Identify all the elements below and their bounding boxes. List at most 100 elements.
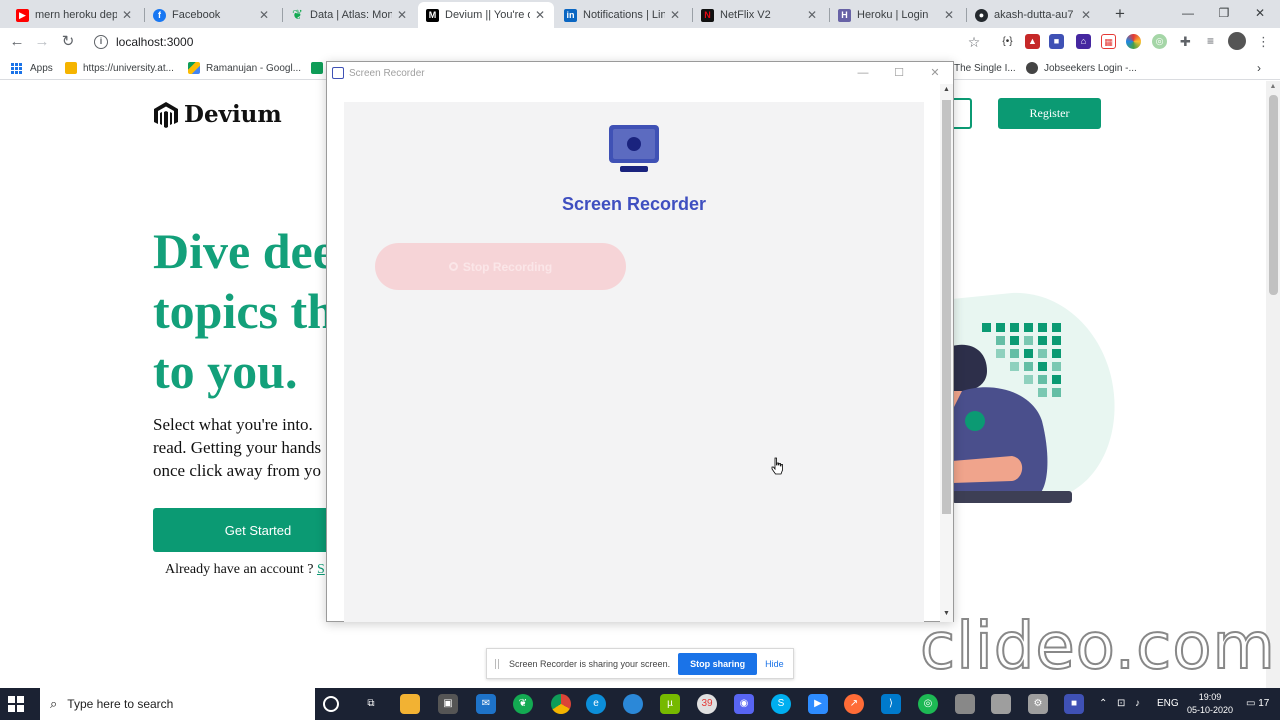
whatsapp-icon[interactable]: ◎	[918, 694, 938, 714]
settings-gear-icon[interactable]: ⚙	[1028, 694, 1048, 714]
star-bookmark-icon[interactable]: ☆	[964, 32, 984, 52]
bookmark-label: Jobseekers Login -...	[1044, 62, 1137, 74]
windows-taskbar: ⌕ Type here to search ⧉ ▣ ✉ ❦ e µ 39 ◉ S…	[0, 688, 1280, 720]
popup-scroll-up-icon[interactable]: ▲	[940, 86, 953, 93]
postman-icon[interactable]: ↗	[844, 694, 864, 714]
bookmark-apps[interactable]: Apps	[11, 60, 53, 76]
network-icon[interactable]: ⊡	[1117, 698, 1125, 709]
avatar[interactable]	[1228, 32, 1246, 50]
file-explorer-icon[interactable]	[400, 694, 420, 714]
close-icon[interactable]: ✕	[121, 8, 133, 22]
utorrent-icon[interactable]: µ	[660, 694, 680, 714]
hero-heading: Dive dee topics th to you.	[153, 221, 335, 401]
address-bar[interactable]: i localhost:3000	[88, 30, 998, 54]
close-icon[interactable]: ✕	[258, 8, 270, 22]
app-badge-icon[interactable]: 39	[697, 694, 717, 714]
extension-icon[interactable]: ◎	[1152, 34, 1167, 49]
back-icon[interactable]: ←	[7, 32, 27, 52]
stop-recording-button[interactable]: Stop Recording	[375, 243, 626, 290]
close-icon[interactable]: ✕	[943, 8, 955, 22]
screen-recorder-taskbar-icon[interactable]: ■	[1064, 694, 1084, 714]
monitor-icon	[332, 67, 344, 79]
page-scrollbar-thumb[interactable]	[1269, 95, 1278, 295]
skype-icon[interactable]: S	[771, 694, 791, 714]
taskbar-clock[interactable]: 19:09 05-10-2020	[1185, 691, 1235, 717]
apps-grid-icon	[11, 62, 22, 74]
tab-github[interactable]: ● akash-dutta-au7 (A ✕	[967, 2, 1100, 28]
close-icon[interactable]: ✕	[396, 8, 408, 22]
vscode-icon[interactable]: ⟩	[881, 694, 901, 714]
devium-logo-icon: M	[426, 8, 439, 22]
watermark: clideo.com	[919, 609, 1276, 685]
edge-icon[interactable]: e	[586, 694, 606, 714]
bookmark-university[interactable]: https://university.at...	[65, 60, 174, 76]
popup-close-icon[interactable]: ✕	[917, 62, 953, 84]
store-icon[interactable]: ▣	[438, 694, 458, 714]
extension-icon[interactable]: ⌂	[1076, 34, 1091, 49]
app-icon[interactable]	[955, 694, 975, 714]
scroll-up-arrow-icon[interactable]: ▲	[1266, 83, 1280, 93]
zoom-icon[interactable]: ▶	[808, 694, 828, 714]
register-button[interactable]: Register	[998, 98, 1101, 129]
close-window-icon[interactable]: ✕	[1240, 0, 1280, 28]
tab-devium[interactable]: M Devium || You're on ✕	[418, 2, 554, 28]
sharing-message: Screen Recorder is sharing your screen.	[509, 658, 671, 669]
close-icon[interactable]: ✕	[806, 8, 818, 22]
app-icon[interactable]	[991, 694, 1011, 714]
new-tab-button[interactable]: +	[1110, 4, 1130, 24]
restore-icon[interactable]: ❐	[1204, 0, 1244, 28]
tab-linkedin[interactable]: in Notifications | Linke ✕	[556, 2, 689, 28]
tab-netflix[interactable]: N NetFlix V2 ✕	[693, 2, 826, 28]
drag-handle-icon[interactable]	[495, 658, 499, 669]
bookmarks-overflow-chevron-icon[interactable]: ›	[1257, 60, 1261, 76]
taskbar-search-input[interactable]: ⌕ Type here to search	[40, 688, 315, 720]
tab-mern-heroku[interactable]: ▶ mern heroku deploy ✕	[8, 2, 141, 28]
chrome-icon[interactable]	[551, 694, 571, 714]
language-indicator[interactable]: ENG	[1157, 698, 1179, 709]
notification-center-icon[interactable]: ▭ 17	[1246, 698, 1269, 709]
extension-icon[interactable]: {•}	[1000, 34, 1015, 49]
hand-cursor-icon	[771, 457, 783, 475]
discord-icon[interactable]: ◉	[734, 694, 754, 714]
stop-sharing-button[interactable]: Stop sharing	[678, 652, 758, 675]
tab-facebook[interactable]: f Facebook ✕	[145, 2, 278, 28]
reading-list-icon[interactable]: ≡	[1203, 34, 1218, 49]
bookmark-single[interactable]: The Single I...	[954, 60, 1016, 76]
task-view-icon[interactable]: ⧉	[361, 694, 381, 714]
extension-icon[interactable]: ▲	[1025, 34, 1040, 49]
bookmark-jobseekers[interactable]: Jobseekers Login -...	[1026, 60, 1137, 76]
tray-chevron-icon[interactable]: ⌃	[1099, 698, 1107, 709]
volume-icon[interactable]: ♪	[1135, 698, 1140, 709]
tab-heroku[interactable]: H Heroku | Login ✕	[830, 2, 963, 28]
popup-scrollbar-thumb[interactable]	[942, 100, 951, 514]
close-icon[interactable]: ✕	[1080, 8, 1092, 22]
reload-icon[interactable]: ↻	[58, 32, 78, 52]
signin-link[interactable]: S	[317, 562, 325, 577]
color-picker-extension-icon[interactable]	[1126, 34, 1141, 49]
tab-mongo-atlas[interactable]: ❦ Data | Atlas: Mongo ✕	[283, 2, 416, 28]
signin-prompt: Already have an account ? S	[165, 562, 325, 578]
hero-subtext: Select what you're into. read. Getting y…	[153, 413, 328, 482]
devium-logo[interactable]: Devium	[154, 101, 282, 128]
screen-recorder-window: Screen Recorder — ☐ ✕ Screen Recorder St…	[326, 61, 954, 622]
close-icon[interactable]: ✕	[669, 8, 681, 22]
screen-recorder-extension-icon[interactable]: ■	[1049, 34, 1064, 49]
popup-minimize-icon[interactable]: —	[845, 62, 881, 84]
calendar-extension-icon[interactable]: ▦	[1101, 34, 1116, 49]
popup-maximize-icon[interactable]: ☐	[881, 62, 917, 84]
tab-title: Facebook	[172, 9, 221, 21]
tab-title: Data | Atlas: Mongo	[310, 9, 392, 21]
info-icon[interactable]: i	[94, 35, 108, 49]
bookmark-ramanujan[interactable]: Ramanujan - Googl...	[188, 60, 301, 76]
forward-icon[interactable]: →	[32, 32, 52, 52]
puzzle-extensions-icon[interactable]: ✚	[1178, 34, 1193, 49]
mongodb-compass-icon[interactable]: ❦	[513, 694, 533, 714]
hide-sharebar-button[interactable]: Hide	[765, 659, 784, 669]
windows-start-icon[interactable]	[8, 696, 24, 712]
close-icon[interactable]: ✕	[534, 8, 546, 22]
minimize-icon[interactable]: —	[1168, 0, 1208, 28]
cortana-icon[interactable]	[323, 696, 339, 712]
firefox-dev-icon[interactable]	[623, 694, 643, 714]
mail-icon[interactable]: ✉	[476, 694, 496, 714]
menu-kebab-icon[interactable]: ⋮	[1256, 34, 1271, 49]
